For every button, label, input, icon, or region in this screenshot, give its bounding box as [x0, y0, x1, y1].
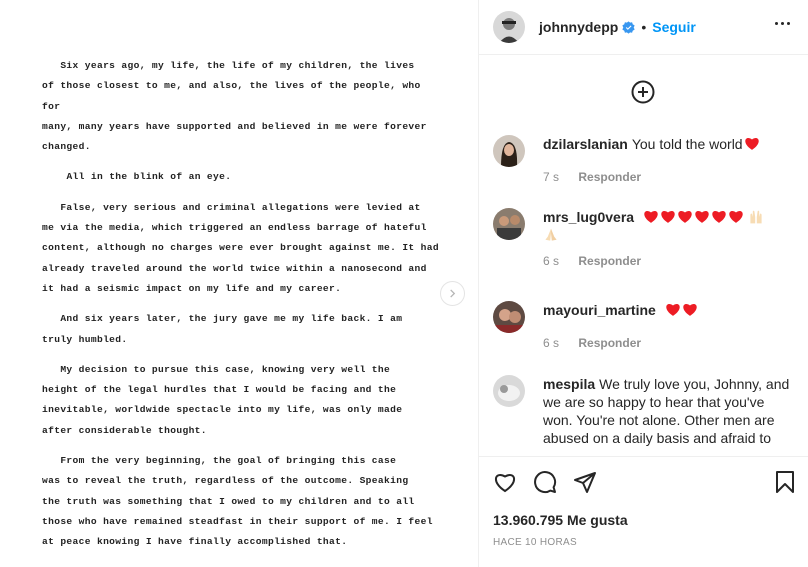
letter-paragraph: All in the blink of an eye. — [42, 171, 232, 183]
letter-paragraph: My decision to pursue this case, knowing… — [42, 363, 403, 436]
heart-emoji-icon — [644, 211, 658, 223]
post-sidebar: johnnydepp • Seguir dzilarslanian You tol… — [478, 0, 808, 567]
comment-item: mayouri_martine 6 s Responder — [493, 301, 793, 350]
comment-item: mrs_lug0vera 6 s Responder — [493, 208, 793, 268]
reply-button[interactable]: Responder — [578, 170, 641, 184]
share-icon[interactable] — [573, 470, 597, 494]
heart-emoji-icon — [661, 211, 675, 223]
letter-paragraph: From the very beginning, the goal of bri… — [42, 455, 433, 548]
comment-username[interactable]: mayouri_martine — [543, 302, 656, 318]
comment-username[interactable]: mrs_lug0vera — [543, 209, 634, 225]
comment-time: 6 s — [543, 254, 560, 268]
post-timestamp: Hace 10 horas — [493, 537, 577, 548]
post-image: Six years ago, my life, the life of my c… — [0, 0, 478, 567]
comment-body: mayouri_martine — [543, 301, 793, 319]
comment-body: mrs_lug0vera — [543, 208, 793, 244]
heart-emoji-icon — [712, 211, 726, 223]
letter-paragraph: And six years later, the jury gave me my… — [42, 313, 403, 345]
comment-username[interactable]: mespila — [543, 376, 595, 392]
likes-count[interactable]: 13.960.795 Me gusta — [493, 512, 628, 528]
next-image-button[interactable] — [440, 281, 465, 306]
separator-dot: • — [641, 19, 647, 35]
chevron-right-icon — [450, 289, 456, 298]
raised-hands-emoji-icon — [750, 210, 762, 224]
letter-paragraph: Six years ago, my life, the life of my c… — [42, 60, 427, 153]
verified-badge-icon — [622, 20, 636, 34]
follow-button[interactable]: Seguir — [652, 19, 696, 35]
praying-hands-emoji-icon — [545, 228, 557, 241]
save-icon[interactable] — [773, 470, 797, 494]
comment-meta: 6 s Responder — [543, 336, 793, 350]
comment-body: dzilarslanian You told the world — [543, 135, 793, 153]
commenter-avatar[interactable] — [493, 135, 525, 167]
author-avatar[interactable] — [493, 11, 525, 43]
more-options-icon[interactable] — [775, 22, 790, 25]
heart-emoji-icon — [678, 211, 692, 223]
heart-emoji-icon — [695, 211, 709, 223]
heart-emoji-icon — [729, 211, 743, 223]
heart-emoji-icon — [683, 304, 697, 316]
commenter-avatar[interactable] — [493, 375, 525, 407]
comment-item: dzilarslanian You told the world 7 s Resp… — [493, 135, 793, 184]
comment-username[interactable]: dzilarslanian — [543, 136, 628, 152]
commenter-avatar[interactable] — [493, 208, 525, 240]
letter-text: Six years ago, my life, the life of my c… — [42, 56, 442, 563]
comment-body: mespila We truly love you, Johnny, and we… — [543, 375, 793, 447]
letter-paragraph: False, very serious and criminal allegat… — [42, 201, 439, 294]
reply-button[interactable]: Responder — [578, 336, 641, 350]
comment-meta: 6 s Responder — [543, 254, 793, 268]
add-comment-icon[interactable] — [631, 80, 655, 104]
comment-meta: 7 s Responder — [543, 170, 793, 184]
post-actions: 13.960.795 Me gusta Hace 10 horas — [479, 456, 808, 567]
reply-button[interactable]: Responder — [578, 254, 641, 268]
author-username[interactable]: johnnydepp — [539, 19, 618, 35]
heart-icon[interactable] — [493, 470, 517, 494]
heart-emoji-icon — [666, 304, 680, 316]
commenter-avatar[interactable] — [493, 301, 525, 333]
comment-item: mespila We truly love you, Johnny, and we… — [493, 375, 793, 447]
comment-time: 7 s — [543, 170, 560, 184]
post-header: johnnydepp • Seguir — [479, 0, 808, 55]
comment-time: 6 s — [543, 336, 560, 350]
comment-icon[interactable] — [533, 470, 557, 494]
heart-emoji-icon — [744, 138, 759, 150]
comment-text: You told the world — [631, 136, 743, 152]
